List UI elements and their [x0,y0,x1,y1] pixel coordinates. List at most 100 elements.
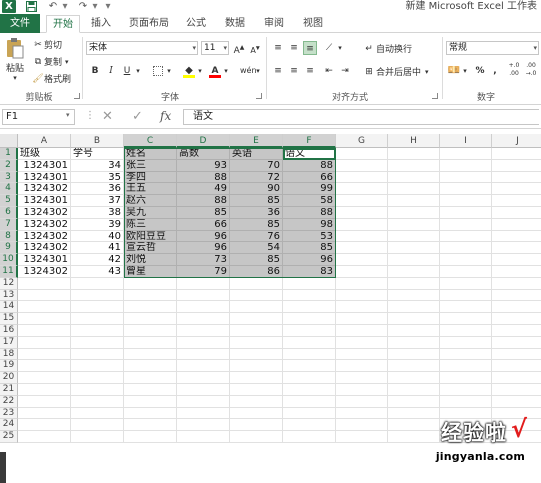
row-header[interactable]: 13 [0,289,18,302]
empty-cell[interactable] [71,372,124,384]
row-header[interactable]: 23 [0,407,18,420]
empty-cell[interactable] [388,207,440,219]
save-icon[interactable] [24,0,38,13]
empty-cell[interactable] [336,313,388,325]
table-cell[interactable]: 1324301 [18,159,71,172]
empty-cell[interactable] [177,431,230,443]
empty-cell[interactable] [18,301,71,314]
empty-cell[interactable] [177,419,230,432]
table-cell[interactable]: 张三 [124,159,177,172]
percent-button[interactable]: % [473,64,487,78]
empty-cell[interactable] [336,242,388,255]
empty-cell[interactable] [177,384,230,396]
row-header[interactable]: 10 [0,254,18,266]
table-cell[interactable]: 66 [283,171,336,184]
shrink-font-button[interactable]: A▼ [248,41,262,55]
table-cell[interactable]: 73 [177,254,230,266]
empty-cell[interactable] [492,290,541,302]
empty-cell[interactable] [388,348,440,361]
empty-cell[interactable] [440,266,492,278]
empty-cell[interactable] [230,395,283,408]
table-cell[interactable]: 96 [177,230,230,243]
table-cell[interactable]: 85 [283,242,336,255]
empty-cell[interactable] [336,183,388,196]
empty-cell[interactable] [124,301,177,314]
table-cell[interactable]: 王五 [124,183,177,196]
table-cell[interactable]: 96 [177,242,230,255]
column-header[interactable]: H [388,134,440,148]
empty-cell[interactable] [18,289,71,302]
empty-cell[interactable] [230,360,283,373]
tab-formulas[interactable]: 公式 [180,15,212,33]
empty-cell[interactable] [336,372,388,384]
row-header[interactable]: 5 [0,195,18,207]
font-size-select[interactable]: 11 ▾ [201,41,229,55]
undo-icon[interactable]: ↶ [46,0,60,13]
empty-cell[interactable] [230,325,283,337]
empty-cell[interactable] [230,372,283,384]
empty-cell[interactable] [124,407,177,420]
empty-cell[interactable] [283,419,336,432]
table-cell[interactable]: 39 [71,218,124,231]
row-header[interactable]: 19 [0,360,18,373]
empty-cell[interactable] [388,372,440,384]
table-cell[interactable]: 欧阳豆豆 [124,230,177,243]
table-cell[interactable]: 36 [71,183,124,196]
empty-cell[interactable] [71,313,124,325]
empty-cell[interactable] [283,431,336,443]
table-cell[interactable]: 85 [230,195,283,207]
header-cell[interactable]: 语文 [283,148,336,160]
empty-cell[interactable] [177,372,230,384]
empty-cell[interactable] [388,289,440,302]
borders-dropdown-icon[interactable]: ▾ [165,64,173,78]
font-color-button[interactable]: A [208,64,222,78]
copy-button[interactable]: ⧉ 复制 ▾ [32,55,69,69]
empty-cell[interactable] [492,195,541,207]
table-cell[interactable]: 1324301 [18,254,71,266]
empty-cell[interactable] [492,266,541,278]
row-header[interactable]: 2 [0,159,18,172]
orientation-button[interactable]: ⟋ [322,41,336,55]
empty-cell[interactable] [71,360,124,373]
table-cell[interactable]: 1324302 [18,242,71,255]
empty-cell[interactable] [124,348,177,361]
empty-cell[interactable] [492,231,541,243]
table-cell[interactable]: 90 [230,183,283,196]
tab-view[interactable]: 视图 [297,15,329,33]
table-cell[interactable]: 37 [71,195,124,207]
empty-cell[interactable] [336,266,388,278]
empty-cell[interactable] [71,407,124,420]
empty-cell[interactable] [177,325,230,337]
empty-cell[interactable] [440,171,492,184]
empty-cell[interactable] [388,242,440,255]
empty-cell[interactable] [388,218,440,231]
row-header[interactable]: 22 [0,395,18,408]
table-cell[interactable]: 40 [71,230,124,243]
clipboard-launcher-icon[interactable] [74,93,80,99]
empty-cell[interactable] [388,395,440,408]
empty-cell[interactable] [230,313,283,325]
empty-cell[interactable] [440,242,492,255]
empty-cell[interactable] [336,289,388,302]
column-header[interactable]: G [336,134,388,148]
empty-cell[interactable] [492,183,541,196]
row-header[interactable]: 15 [0,313,18,325]
table-cell[interactable]: 79 [177,266,230,278]
insert-function-icon[interactable]: fx [160,109,171,123]
align-middle-button[interactable]: ≡ [287,41,301,55]
empty-cell[interactable] [440,372,492,384]
column-header[interactable]: E [230,134,283,148]
row-header[interactable]: 17 [0,336,18,349]
table-cell[interactable]: 1324302 [18,218,71,231]
column-header[interactable]: C [124,134,177,148]
row-header[interactable]: 11 [0,266,18,278]
row-header[interactable]: 14 [0,301,18,314]
table-cell[interactable]: 88 [177,195,230,207]
empty-cell[interactable] [71,395,124,408]
table-cell[interactable]: 38 [71,207,124,219]
merge-center-button[interactable]: ⊞ 合并后居中 ▾ [362,65,428,79]
empty-cell[interactable] [71,384,124,396]
table-cell[interactable]: 93 [177,159,230,172]
tab-insert[interactable]: 插入 [84,15,118,33]
column-header[interactable]: B [71,134,124,148]
